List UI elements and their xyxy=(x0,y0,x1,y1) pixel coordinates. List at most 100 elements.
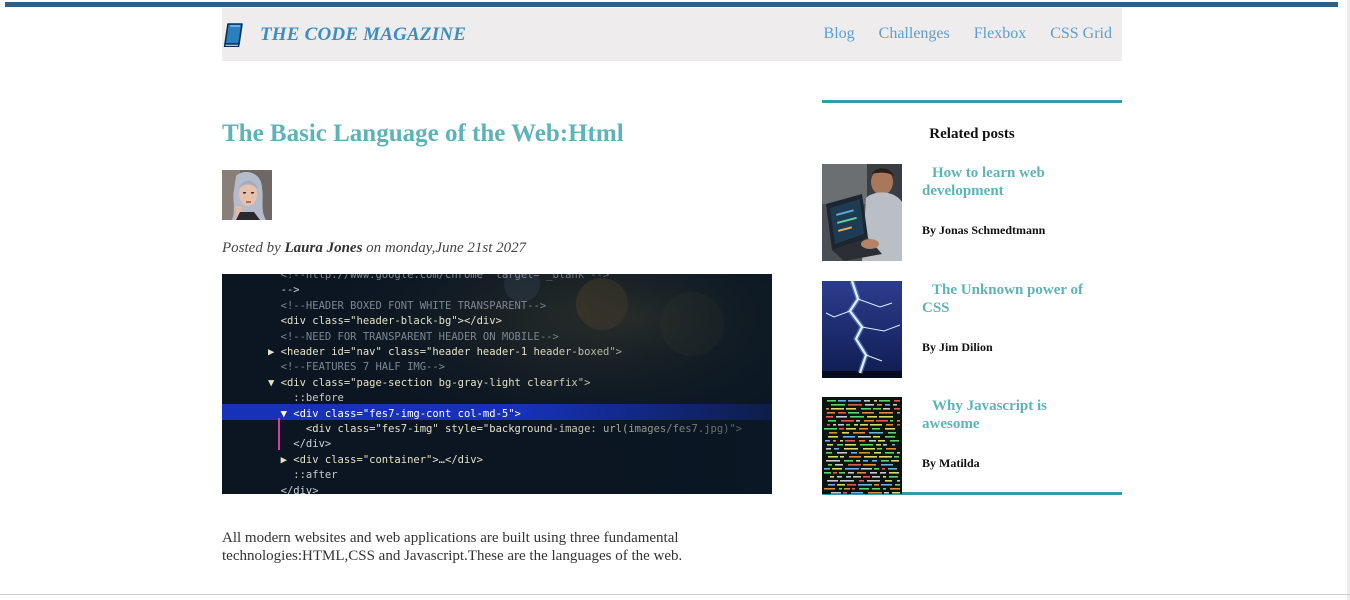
code-texture-mark xyxy=(856,460,860,462)
code-texture-mark xyxy=(888,468,897,470)
code-texture-mark xyxy=(897,424,900,426)
code-texture-mark xyxy=(894,456,899,458)
code-texture-mark xyxy=(848,472,854,474)
code-texture-mark xyxy=(858,436,871,438)
code-texture-mark xyxy=(886,424,893,426)
code-texture-mark xyxy=(859,480,864,482)
code-texture-mark xyxy=(824,468,830,470)
code-texture-mark xyxy=(824,472,831,474)
code-line: <div class="header-black-bg"></div> xyxy=(268,315,502,328)
code-texture-mark xyxy=(879,416,893,418)
code-texture-mark xyxy=(831,492,841,494)
site-logo[interactable]: THE CODE MAGAZINE xyxy=(222,23,466,47)
code-texture-mark xyxy=(837,444,843,446)
code-texture-mark xyxy=(885,404,890,406)
code-texture-mark xyxy=(840,480,854,482)
related-post-thumbnail[interactable] xyxy=(822,281,902,378)
code-texture-mark xyxy=(843,492,847,494)
nav-link-css-grid[interactable]: CSS Grid xyxy=(1050,25,1112,43)
related-post-title[interactable]: How to learn web development xyxy=(922,164,1092,200)
code-texture-mark xyxy=(837,452,847,454)
code-texture-mark xyxy=(844,488,850,490)
code-texture-mark xyxy=(840,440,843,442)
code-texture-mark xyxy=(842,432,849,434)
code-texture-mark xyxy=(846,408,856,410)
code-texture-mark xyxy=(883,476,886,478)
code-texture-mark xyxy=(859,428,868,430)
code-texture-mark xyxy=(838,424,844,426)
code-texture-mark xyxy=(885,480,892,482)
code-texture-mark xyxy=(851,452,857,454)
code-texture-mark xyxy=(851,492,863,494)
code-texture-mark xyxy=(870,424,882,426)
code-texture-mark xyxy=(868,492,882,494)
code-texture-mark xyxy=(881,464,893,466)
code-texture-mark xyxy=(827,444,833,446)
related-post-item[interactable]: The Unknown power of CSS By Jim Dilion xyxy=(822,281,1122,378)
post-meta: Posted by Laura Jones on monday,June 21s… xyxy=(222,240,526,257)
code-texture-mark xyxy=(869,440,876,442)
code-texture-mark xyxy=(839,488,842,490)
code-texture-mark xyxy=(881,484,892,486)
code-texture-mark xyxy=(839,428,844,430)
code-texture-mark xyxy=(889,476,898,478)
code-texture-mark xyxy=(846,476,851,478)
nav-link-flexbox[interactable]: Flexbox xyxy=(974,25,1026,43)
related-post-thumbnail[interactable] xyxy=(822,164,902,261)
code-texture-mark xyxy=(859,440,865,442)
code-texture-mark xyxy=(885,436,895,438)
post-date: on monday,June 21st 2027 xyxy=(366,240,527,256)
code-texture-mark xyxy=(884,492,889,494)
code-texture-mark xyxy=(838,412,846,414)
code-texture-mark xyxy=(862,412,874,414)
code-texture-mark xyxy=(840,456,844,458)
code-texture-mark xyxy=(827,424,830,426)
code-texture-mark xyxy=(885,452,894,454)
code-line: <!--HEADER BOXED FONT WHITE TRANSPARENT-… xyxy=(268,299,547,312)
code-texture-mark xyxy=(847,484,856,486)
code-texture-mark xyxy=(844,448,858,450)
related-post-title[interactable]: The Unknown power of CSS xyxy=(922,281,1092,317)
code-texture-mark xyxy=(838,400,846,402)
code-texture-mark xyxy=(827,400,836,402)
nav-link-blog[interactable]: Blog xyxy=(824,25,855,43)
code-texture-mark xyxy=(882,468,885,470)
code-texture-mark xyxy=(874,484,879,486)
code-texture-mark xyxy=(853,476,861,478)
code-snippet: <!--http://www.google.com/chrome" target… xyxy=(268,274,772,494)
related-post-title[interactable]: Why Javascript is awesome xyxy=(922,397,1092,433)
code-texture-mark xyxy=(828,484,835,486)
code-texture-mark xyxy=(859,488,869,490)
code-texture-mark xyxy=(874,468,879,470)
related-post-thumbnail[interactable] xyxy=(822,397,902,494)
nav-link-challenges[interactable]: Challenges xyxy=(879,25,950,43)
code-texture-mark xyxy=(856,420,860,422)
code-texture-mark xyxy=(826,416,833,418)
code-texture-mark xyxy=(889,472,899,474)
code-texture-mark xyxy=(854,424,858,426)
code-texture-mark xyxy=(867,416,877,418)
related-post-item[interactable]: How to learn web development By Jonas Sc… xyxy=(822,164,1122,261)
code-texture-mark xyxy=(881,460,889,462)
site-title[interactable]: THE CODE MAGAZINE xyxy=(260,24,466,46)
code-texture-mark xyxy=(834,448,839,450)
code-line: <!--http://www.google.com/chrome" target… xyxy=(268,274,610,281)
code-texture-mark xyxy=(897,412,900,414)
code-texture-mark xyxy=(874,400,877,402)
code-texture-mark xyxy=(892,492,900,494)
main-nav: Blog Challenges Flexbox CSS Grid xyxy=(824,25,1112,43)
code-texture-mark xyxy=(859,452,870,454)
code-texture-mark xyxy=(836,416,847,418)
code-texture-mark xyxy=(858,484,872,486)
code-texture-mark xyxy=(885,428,895,430)
code-texture-mark xyxy=(872,476,880,478)
code-texture-mark xyxy=(864,400,870,402)
code-texture-mark xyxy=(860,424,868,426)
related-post-item[interactable]: Why Javascript is awesome By Matilda xyxy=(822,397,1122,494)
code-texture-mark xyxy=(826,408,829,410)
code-texture-mark xyxy=(897,452,900,454)
code-texture-mark xyxy=(825,440,830,442)
code-texture-mark xyxy=(895,484,900,486)
code-texture-mark xyxy=(846,428,856,430)
code-texture-mark xyxy=(846,424,850,426)
